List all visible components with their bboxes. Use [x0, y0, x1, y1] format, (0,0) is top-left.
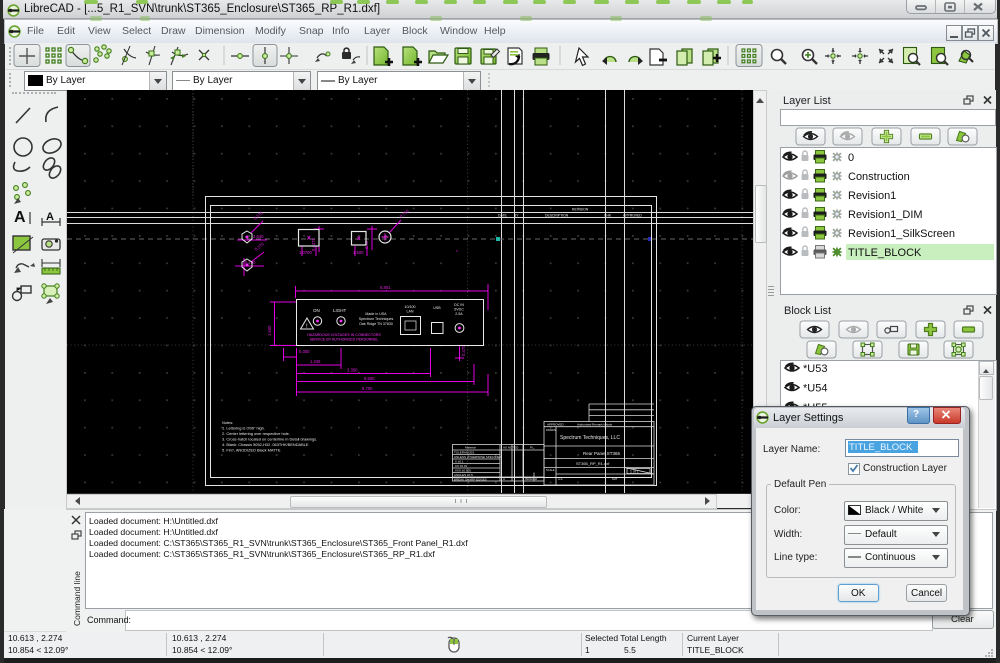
svg-text:HAZARDOUS VOLTAGES IN CONNECTO: HAZARDOUS VOLTAGES IN CONNECTORS: [307, 333, 381, 337]
svg-text:1.0700: 1.0700: [299, 250, 312, 255]
svg-text:*U53: *U53: [803, 363, 827, 375]
svg-text:DESCRIPTION: DESCRIPTION: [545, 214, 569, 218]
svg-text:Revision1: Revision1: [848, 190, 896, 202]
svg-text:1. Lettering is 0.06" high.: 1. Lettering is 0.06" high.: [222, 426, 265, 431]
svg-text:2. Center lettering over respe: 2. Center lettering over respective hole…: [222, 431, 290, 436]
svg-text:APPROVED: APPROVED: [623, 214, 642, 218]
svg-text:2.5A: 2.5A: [455, 312, 463, 316]
svg-text:0: 0: [848, 152, 854, 164]
svg-text:5.700: 5.700: [362, 386, 373, 391]
svg-text:Revision1_SilkScreen: Revision1_SilkScreen: [848, 228, 955, 240]
svg-text:Oak Ridge TN 37830: Oak Ridge TN 37830: [359, 322, 393, 326]
svg-text:Made in USA: Made in USA: [365, 312, 387, 316]
svg-text:Command line: Command line: [72, 571, 82, 626]
svg-text:REVISION: REVISION: [572, 208, 589, 212]
svg-text:TITLE_BLOCK: TITLE_BLOCK: [848, 247, 922, 259]
svg-text:DATE: DATE: [498, 214, 508, 218]
svg-text:3. Cross-hatch located on cent: 3. Cross-hatch located on centerline in …: [222, 437, 317, 442]
svg-text:1.500: 1.500: [353, 250, 364, 255]
svg-text:USB: USB: [433, 306, 441, 310]
svg-text:SHT: SHT: [612, 477, 618, 481]
svg-text:A: A: [503, 477, 505, 481]
svg-text:Authorized Remark Initials: Authorized Remark Initials: [577, 423, 613, 427]
svg-text:2.640: 2.640: [253, 234, 264, 239]
svg-text:DC IN: DC IN: [454, 303, 464, 307]
svg-text:AS NOTED: AS NOTED: [503, 446, 519, 450]
svg-text:4. Blank: Chassis 5052-H32 .06: 4. Blank: Chassis 5052-H32 .063THK/BENDA…: [222, 442, 309, 447]
svg-text:Material: Material: [465, 446, 476, 450]
svg-text:3.350: 3.350: [347, 368, 358, 373]
svg-text:UNLESS OTHERWISE SPECIFIED: UNLESS OTHERWISE SPECIFIED: [454, 455, 502, 459]
svg-text:.X ±0.1: .X ±0.1: [454, 460, 464, 464]
svg-text:TOLERANCES: TOLERANCES: [454, 451, 474, 455]
svg-text:10/100: 10/100: [405, 305, 416, 309]
svg-text:Spectrum Techniques, LLC: Spectrum Techniques, LLC: [560, 435, 620, 441]
svg-text:ST365_RP_R1.dxf: ST365_RP_R1.dxf: [576, 461, 610, 466]
svg-text:5.801: 5.801: [380, 285, 391, 290]
svg-text:Revision1_DIM: Revision1_DIM: [848, 209, 923, 221]
svg-text:INCH/mil: INCH/mil: [525, 477, 537, 481]
svg-text:ON: ON: [313, 308, 320, 313]
svg-text:LIGHT: LIGHT: [333, 308, 347, 313]
svg-text:Rear Panel ST365: Rear Panel ST365: [583, 451, 621, 456]
svg-text:0.4375: 0.4375: [311, 238, 316, 251]
svg-text:x: x: [456, 249, 458, 253]
svg-text:BREAK SHARP EDGES: BREAK SHARP EDGES: [454, 478, 487, 482]
svg-text:*U54: *U54: [803, 383, 827, 395]
svg-text:0.350: 0.350: [299, 349, 310, 354]
svg-text:5VDC: 5VDC: [454, 308, 464, 312]
svg-text:LAN: LAN: [407, 310, 414, 314]
svg-text:BY: BY: [514, 214, 519, 218]
svg-text:SERVICE BY AUTHORIZED PERSONNE: SERVICE BY AUTHORIZED PERSONNEL: [310, 338, 379, 342]
svg-text:0.470: 0.470: [461, 345, 466, 356]
svg-text:Notes:: Notes:: [222, 420, 233, 425]
svg-text:ANGLES ±0.5: ANGLES ±0.5: [454, 473, 473, 477]
svg-text:A: A: [46, 211, 54, 223]
svg-text:APPROVED: APPROVED: [547, 423, 565, 427]
svg-text:P.L.: P.L.: [530, 446, 535, 450]
svg-text:.XXX ±0.005: .XXX ±0.005: [454, 469, 471, 473]
svg-text:5. Fin?, ANODIZED Black MATTE: 5. Fin?, ANODIZED Black MATTE: [222, 448, 281, 453]
svg-text:Construction: Construction: [848, 171, 910, 183]
svg-text:DRAWN: DRAWN: [546, 428, 556, 432]
svg-text:.XX ±0.01: .XX ±0.01: [454, 464, 467, 468]
svg-text:CHK: CHK: [604, 214, 612, 218]
svg-text:SCALE: SCALE: [546, 468, 555, 472]
svg-text:1.345: 1.345: [310, 359, 321, 364]
svg-text:A: A: [14, 209, 26, 226]
svg-text:Spectrum Techniques: Spectrum Techniques: [359, 317, 394, 321]
svg-text:1:1: 1:1: [558, 477, 563, 481]
svg-text:1.600: 1.600: [267, 325, 272, 336]
svg-text:5.500: 5.500: [364, 376, 375, 381]
svg-text:1 of 1: 1 of 1: [630, 470, 639, 474]
